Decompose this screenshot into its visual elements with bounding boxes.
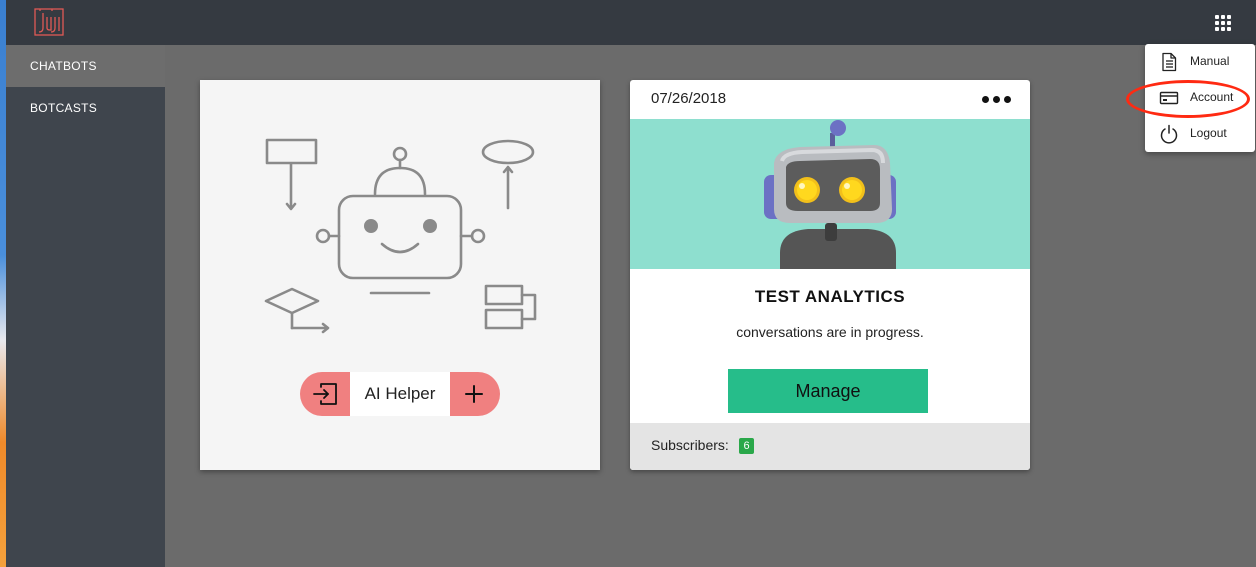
juji-logo[interactable] (34, 6, 64, 38)
chatbot-status-text: conversations are in progress. (736, 324, 924, 340)
chatbot-title: TEST ANALYTICS (754, 287, 906, 306)
chatbot-flow-illustration (264, 138, 537, 334)
bot-banner (630, 119, 1030, 269)
menu-item-account[interactable]: Account (1145, 80, 1255, 116)
menu-item-label: Account (1190, 90, 1234, 104)
menu-item-label: Logout (1190, 126, 1227, 140)
ai-helper-label[interactable]: AI Helper (350, 372, 450, 416)
menu-item-logout[interactable]: Logout (1145, 116, 1255, 152)
card-header: 07/26/2018 (630, 80, 1030, 119)
apps-grid-icon[interactable] (1215, 15, 1231, 31)
document-icon (1162, 52, 1177, 72)
sidebar-item-chatbots[interactable]: CHATBOTS (6, 45, 165, 87)
new-chatbot-card: AI Helper (200, 80, 600, 470)
subscribers-label: Subscribers: (651, 437, 729, 453)
plus-icon[interactable] (462, 382, 486, 406)
power-icon (1160, 124, 1178, 144)
manage-button[interactable]: Manage (728, 369, 928, 413)
menu-item-label: Manual (1190, 54, 1230, 68)
card-footer: Subscribers: 6 (630, 423, 1030, 470)
card-date: 07/26/2018 (651, 90, 727, 107)
ai-helper-pill: AI Helper (300, 372, 500, 416)
subscribers-count-badge[interactable]: 6 (739, 438, 754, 454)
menu-item-manual[interactable]: Manual (1145, 44, 1255, 80)
chatbot-card: 07/26/2018 TEST ANALYTICS conversations … (630, 80, 1030, 470)
sidebar-item-botcasts[interactable]: BOTCASTS (6, 87, 165, 129)
account-dropdown-menu: Manual Account Logout (1145, 44, 1255, 152)
more-options-icon[interactable] (982, 92, 1012, 106)
robot-avatar-image (764, 120, 896, 269)
enter-icon[interactable] (312, 382, 338, 406)
credit-card-icon (1159, 91, 1179, 105)
sidebar: CHATBOTS BOTCASTS (6, 45, 165, 567)
top-bar (6, 0, 1256, 45)
